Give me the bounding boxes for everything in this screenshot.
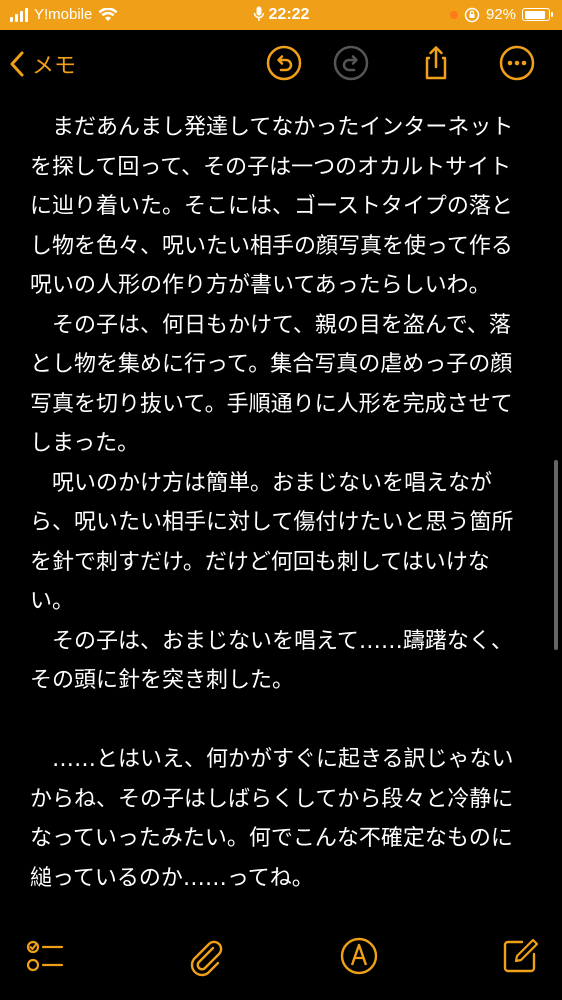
note-paragraph: ……とはいえ、何かがすぐに起きる訳じゃないからね、その子はしばらくしてから段々と… [30, 747, 514, 891]
compose-icon[interactable] [498, 934, 542, 978]
scrollbar[interactable] [554, 460, 558, 650]
privacy-dot-icon [449, 10, 458, 19]
more-icon[interactable] [498, 44, 536, 82]
checklist-icon[interactable] [22, 934, 66, 978]
back-label: メモ [32, 54, 77, 79]
note-paragraph: その子は、何日もかけて、親の目を盗んで、落とし物を集めに行って。集合写真の虐めっ… [30, 312, 513, 457]
note-paragraph: まだあんまし発達してなかったインターネットを探して回って、その子は一つのオカルト… [30, 115, 514, 298]
microphone-icon [253, 6, 264, 21]
note-paragraph: その子は、おまじないを唱えて……躊躇なく、その頭に針を突き刺した。 [30, 628, 513, 694]
bottom-toolbar [0, 920, 562, 1000]
note-body[interactable]: まだあんまし発達してなかったインターネットを探して回って、その子は一つのオカルト… [30, 108, 530, 898]
battery-fill [524, 10, 545, 19]
attachment-icon[interactable] [183, 934, 227, 978]
markup-icon[interactable] [337, 934, 381, 978]
share-icon[interactable] [417, 44, 455, 82]
redo-icon[interactable] [332, 44, 370, 82]
status-right: 92% [449, 6, 553, 23]
navigation-bar: メモ [0, 30, 562, 96]
clock: 22:22 [268, 6, 310, 23]
undo-icon[interactable] [265, 44, 303, 82]
status-bar: Y!mobile 22:22 92% [0, 0, 562, 30]
battery-percent: 92% [485, 6, 516, 23]
rotation-lock-icon [464, 7, 480, 22]
note-paragraph: 呪いのかけ方は簡単。おまじないを唱えながら、呪いたい相手に対して傷付けたいと思う… [30, 470, 514, 615]
back-button[interactable]: メモ [10, 48, 76, 80]
chevron-left-icon [10, 51, 24, 77]
battery-icon [522, 8, 553, 21]
